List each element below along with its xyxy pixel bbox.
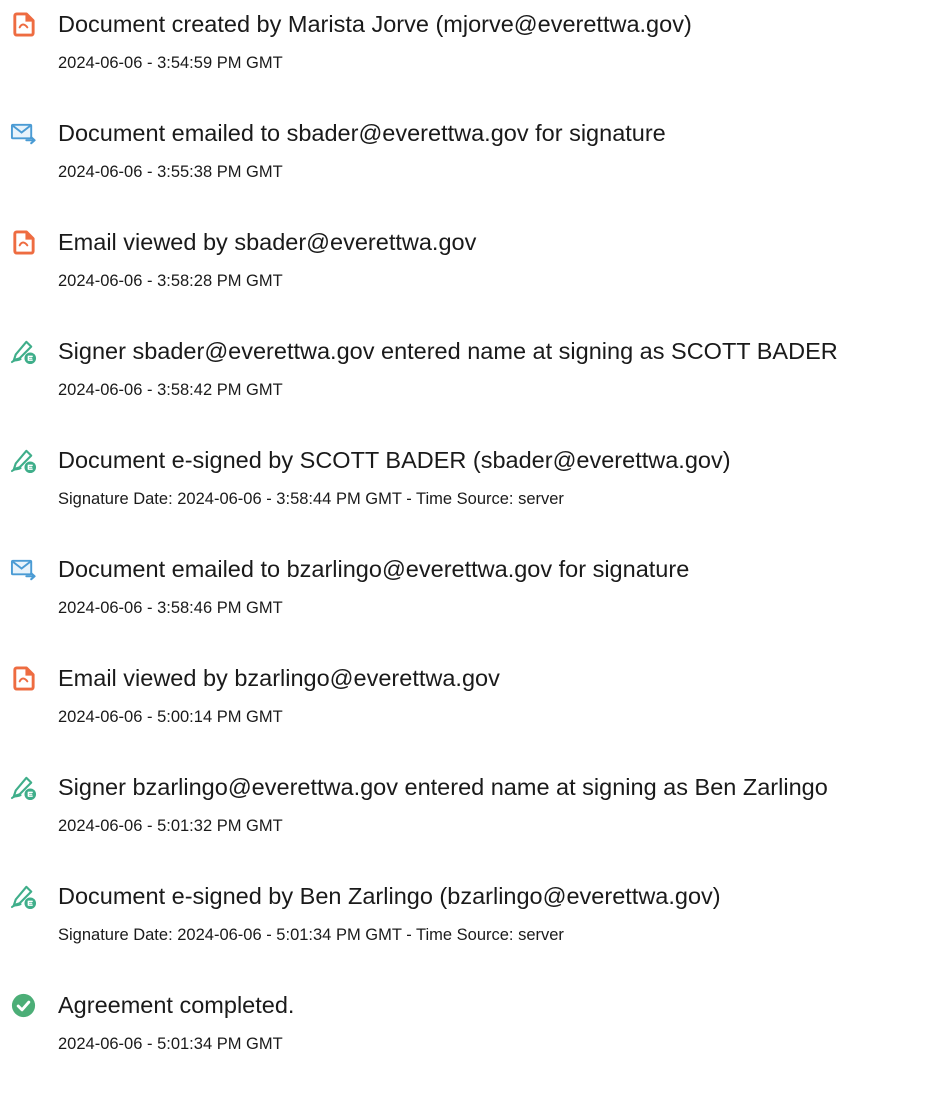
sign-icon (10, 774, 37, 801)
email-icon (10, 120, 37, 147)
event-title: Document e-signed by SCOTT BADER (sbader… (58, 447, 731, 473)
audit-event: Document created by Marista Jorve (mjorv… (0, 0, 943, 90)
event-title: Document e-signed by Ben Zarlingo (bzarl… (58, 883, 721, 909)
event-title: Document emailed to sbader@everettwa.gov… (58, 120, 666, 146)
event-timestamp: 2024-06-06 - 3:54:59 PM GMT (58, 54, 283, 72)
document-icon (10, 229, 37, 256)
event-timestamp: 2024-06-06 - 3:58:28 PM GMT (58, 272, 283, 290)
audit-event: Email viewed by bzarlingo@everettwa.gov … (0, 654, 943, 744)
event-timestamp: 2024-06-06 - 3:55:38 PM GMT (58, 163, 283, 181)
event-timestamp: 2024-06-06 - 5:01:34 PM GMT (58, 1035, 283, 1053)
event-timestamp: 2024-06-06 - 5:01:32 PM GMT (58, 817, 283, 835)
email-icon (10, 556, 37, 583)
audit-event: Document emailed to sbader@everettwa.gov… (0, 109, 943, 199)
audit-event: Document e-signed by SCOTT BADER (sbader… (0, 436, 943, 526)
event-title: Signer sbader@everettwa.gov entered name… (58, 338, 838, 364)
audit-event: Signer sbader@everettwa.gov entered name… (0, 327, 943, 417)
audit-event: Agreement completed. 2024-06-06 - 5:01:3… (0, 981, 943, 1071)
event-timestamp: 2024-06-06 - 3:58:42 PM GMT (58, 381, 283, 399)
sign-icon (10, 883, 37, 910)
event-title: Signer bzarlingo@everettwa.gov entered n… (58, 774, 828, 800)
event-title: Document created by Marista Jorve (mjorv… (58, 11, 692, 37)
event-title: Email viewed by bzarlingo@everettwa.gov (58, 665, 500, 691)
sign-icon (10, 447, 37, 474)
sign-icon (10, 338, 37, 365)
event-signature-date: Signature Date: 2024-06-06 - 3:58:44 PM … (58, 490, 564, 508)
document-icon (10, 665, 37, 692)
event-timestamp: 2024-06-06 - 3:58:46 PM GMT (58, 599, 283, 617)
event-title: Email viewed by sbader@everettwa.gov (58, 229, 477, 255)
event-signature-date: Signature Date: 2024-06-06 - 5:01:34 PM … (58, 926, 564, 944)
audit-event: Document e-signed by Ben Zarlingo (bzarl… (0, 872, 943, 962)
audit-event: Document emailed to bzarlingo@everettwa.… (0, 545, 943, 635)
event-title: Agreement completed. (58, 992, 295, 1018)
check-circle-icon (10, 992, 37, 1019)
event-title: Document emailed to bzarlingo@everettwa.… (58, 556, 690, 582)
document-icon (10, 11, 37, 38)
event-timestamp: 2024-06-06 - 5:00:14 PM GMT (58, 708, 283, 726)
audit-event: Signer bzarlingo@everettwa.gov entered n… (0, 763, 943, 853)
audit-event: Email viewed by sbader@everettwa.gov 202… (0, 218, 943, 308)
